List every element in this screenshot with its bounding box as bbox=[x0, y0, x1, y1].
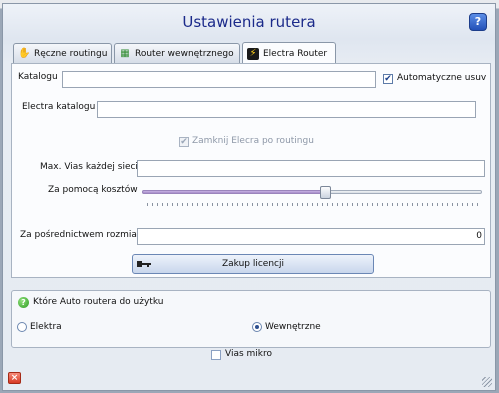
vias-mikro-label: Vias mikro bbox=[225, 349, 273, 359]
buy-license-label: Zakup licencji bbox=[221, 259, 285, 269]
auto-remove-label: Automatyczne usuv bbox=[397, 73, 487, 83]
router-settings-dialog: Ustawienia rutera ? ✋ Ręczne routingu ▦ … bbox=[2, 3, 496, 391]
cost-slider-fill bbox=[142, 190, 325, 194]
auto-router-heading: Które Auto routera do użytku bbox=[33, 297, 164, 307]
vias-mikro-checkbox[interactable] bbox=[211, 350, 221, 360]
electra-katalogu-label: Electra katalogu bbox=[22, 102, 96, 112]
size-label: Za pośrednictwem rozmiar bbox=[20, 230, 141, 240]
tab-manual-routing[interactable]: ✋ Ręczne routingu bbox=[13, 43, 112, 63]
internal-radio[interactable] bbox=[252, 322, 262, 332]
tab-internal-router[interactable]: ▦ Router wewnętrznego bbox=[114, 43, 240, 63]
dialog-title: Ustawienia rutera bbox=[182, 13, 316, 31]
close-icon[interactable]: × bbox=[8, 372, 21, 384]
help-icon[interactable]: ? bbox=[469, 13, 487, 31]
question-icon: ? bbox=[18, 297, 29, 308]
tab-label: Router wewnętrznego bbox=[135, 48, 234, 59]
electra-katalogu-field[interactable] bbox=[97, 101, 476, 118]
tab-label: Ręczne routingu bbox=[34, 48, 108, 59]
close-electra-checkbox[interactable]: ✔ bbox=[179, 137, 189, 147]
cost-slider-ticks bbox=[147, 203, 482, 206]
buy-license-button[interactable]: Zakup licencji bbox=[132, 254, 374, 274]
tab-electra-router[interactable]: ⚡ Electra Router bbox=[242, 42, 336, 64]
lightning-icon: ⚡ bbox=[247, 47, 259, 60]
resize-grip-icon[interactable] bbox=[482, 377, 492, 387]
cost-slider-thumb[interactable] bbox=[319, 186, 331, 199]
katalogu-field[interactable] bbox=[62, 71, 376, 88]
electra-settings-panel: Katalogu ✔ Automatyczne usuv Electra kat… bbox=[11, 63, 491, 278]
elektra-radio[interactable] bbox=[17, 322, 27, 332]
max-vias-field[interactable] bbox=[137, 160, 485, 177]
auto-router-group: ? Które Auto routera do użytku Elektra W… bbox=[11, 290, 491, 348]
hand-icon: ✋ bbox=[18, 47, 31, 59]
max-vias-label: Max. Vias każdej sieci bbox=[40, 162, 138, 172]
auto-remove-checkbox[interactable]: ✔ bbox=[383, 74, 393, 84]
elektra-label: Elektra bbox=[30, 322, 62, 332]
tab-label: Electra Router bbox=[263, 48, 328, 59]
internal-label: Wewnętrzne bbox=[265, 322, 321, 332]
katalogu-label: Katalogu bbox=[18, 72, 58, 82]
cost-label: Za pomocą kosztów bbox=[48, 185, 138, 195]
router-icon: ▦ bbox=[120, 47, 130, 59]
close-electra-label: Zamknij Elecra po routingu bbox=[192, 136, 314, 146]
key-icon bbox=[137, 261, 151, 267]
size-field[interactable]: 0 bbox=[137, 228, 485, 245]
